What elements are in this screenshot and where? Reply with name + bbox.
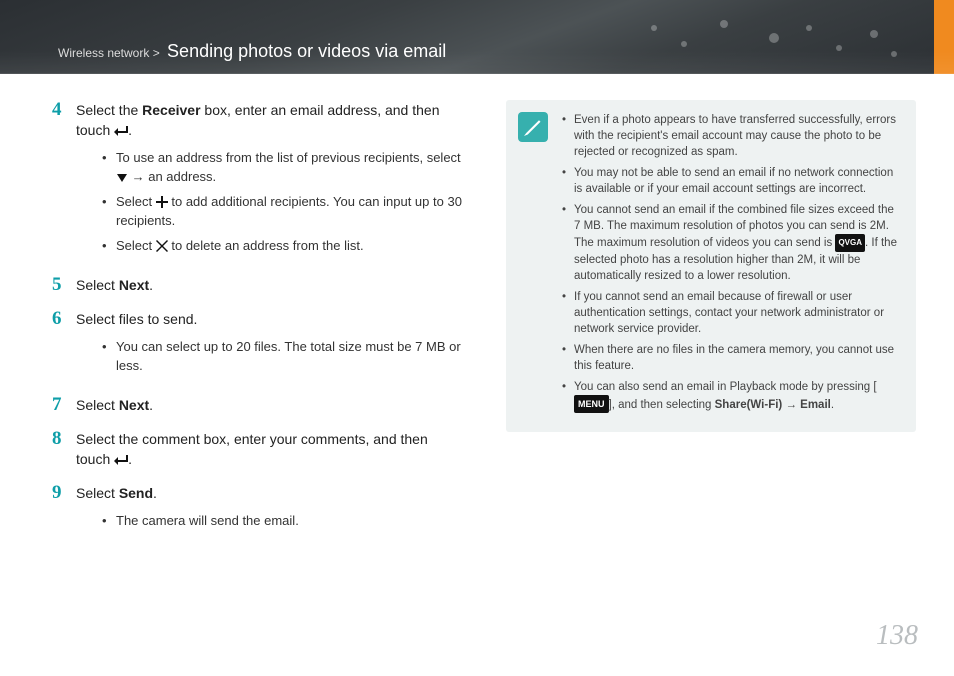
step-7: 7Select Next. (52, 395, 462, 415)
step-number: 9 (52, 483, 76, 536)
callout-item: When there are no files in the camera me… (560, 342, 898, 374)
step-sub-item: You can select up to 20 files. The total… (100, 337, 462, 375)
notes-callout: Even if a photo appears to have transfer… (506, 100, 916, 432)
menu-button-icon: MENU (574, 395, 609, 413)
step-number: 7 (52, 395, 76, 415)
step-sub-item: Select to delete an address from the lis… (100, 236, 462, 255)
callout-item: You can also send an email in Playback m… (560, 379, 898, 413)
breadcrumb-category: Wireless network (58, 46, 149, 60)
enter-icon (114, 454, 128, 468)
step-number: 5 (52, 275, 76, 295)
callout-item: You cannot send an email if the combined… (560, 202, 898, 284)
enter-icon (114, 125, 128, 139)
step-5: 5Select Next. (52, 275, 462, 295)
video-resolution-icon: QVGA (835, 234, 865, 252)
header-decor-dots (634, 10, 914, 64)
notes-column: Even if a photo appears to have transfer… (506, 100, 916, 432)
step-sub-item: The camera will send the email. (100, 511, 462, 530)
steps-column: 4Select the Receiver box, enter an email… (52, 100, 462, 550)
step-6: 6Select files to send.You can select up … (52, 309, 462, 381)
step-text: Select Next. (76, 395, 462, 415)
step-text: Select Next. (76, 275, 462, 295)
step-number: 8 (52, 429, 76, 469)
step-sub-item: Select to add additional recipients. You… (100, 192, 462, 230)
x-icon (156, 240, 168, 254)
breadcrumb-section: Sending photos or videos via email (167, 41, 446, 61)
step-4: 4Select the Receiver box, enter an email… (52, 100, 462, 261)
step-sub-item: To use an address from the list of previ… (100, 148, 462, 186)
breadcrumb: Wireless network > Sending photos or vid… (58, 41, 446, 62)
step-text: Select the Receiver box, enter an email … (76, 100, 462, 261)
page-header: Wireless network > Sending photos or vid… (0, 0, 954, 74)
plus-icon (156, 196, 168, 210)
orange-side-tab (934, 0, 954, 74)
step-8: 8Select the comment box, enter your comm… (52, 429, 462, 469)
page-number: 138 (876, 620, 918, 652)
page-body: 4Select the Receiver box, enter an email… (0, 100, 954, 676)
callout-item: Even if a photo appears to have transfer… (560, 112, 898, 160)
callout-item: You may not be able to send an email if … (560, 165, 898, 197)
note-icon (518, 112, 548, 142)
down-triangle-icon (116, 172, 128, 185)
callout-item: If you cannot send an email because of f… (560, 289, 898, 337)
step-9: 9Select Send.The camera will send the em… (52, 483, 462, 536)
step-text: Select files to send.You can select up t… (76, 309, 462, 381)
step-text: Select the comment box, enter your comme… (76, 429, 462, 469)
step-number: 4 (52, 100, 76, 261)
step-text: Select Send.The camera will send the ema… (76, 483, 462, 536)
step-number: 6 (52, 309, 76, 381)
